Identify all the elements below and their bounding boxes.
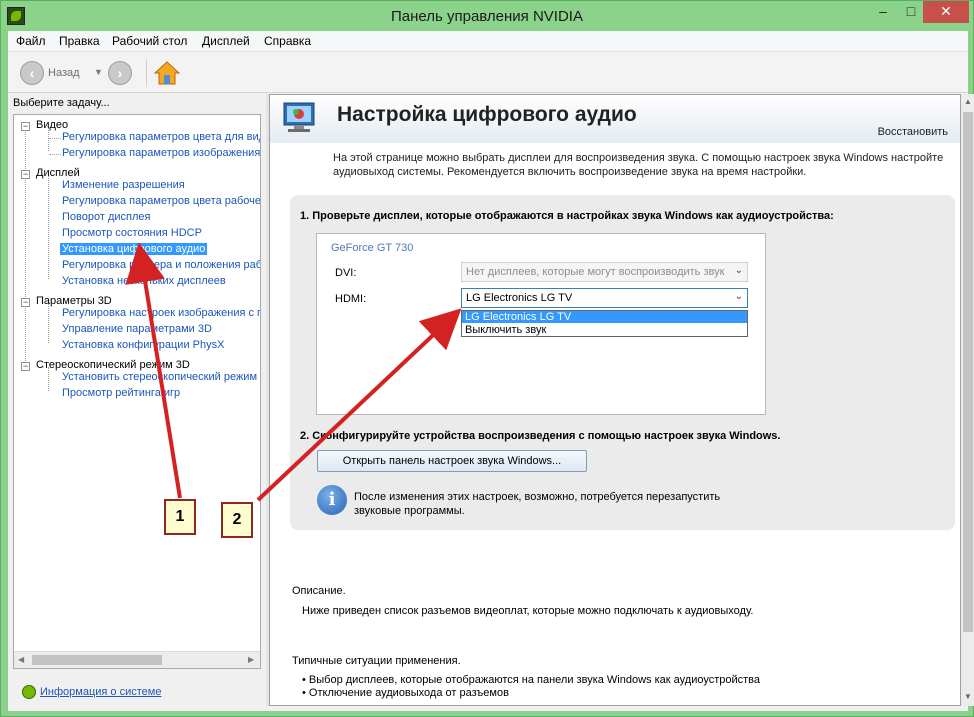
menu-file[interactable]: Файл <box>16 34 46 48</box>
typical-usage-item: • Отключение аудиовыхода от разъемов <box>302 687 509 699</box>
dvi-select: Нет дисплеев, которые могут воспроизводи… <box>461 262 748 282</box>
typical-usage-heading: Типичные ситуации применения. <box>292 655 461 667</box>
page-header: Настройка цифрового аудио Восстановить <box>270 95 960 143</box>
hdmi-dropdown-list: LG Electronics LG TV Выключить звук <box>461 310 748 337</box>
collapse-display-icon[interactable]: − <box>21 170 30 179</box>
tree-connector <box>25 127 26 367</box>
task-desktop-color[interactable]: Регулировка параметров цвета рабочег <box>62 195 260 207</box>
category-display[interactable]: Дисплей <box>36 167 80 179</box>
scroll-up-icon[interactable]: ▲ <box>964 97 972 106</box>
tree-connector <box>49 138 61 139</box>
typical-usage-text: Выбор дисплеев, которые отображаются на … <box>308 674 761 686</box>
history-dropdown-icon[interactable]: ▼ <box>94 67 103 77</box>
hdmi-label: HDMI: <box>335 293 367 305</box>
task-desktop-size[interactable]: Регулировка размера и положения рабо <box>62 259 260 271</box>
dvi-label: DVI: <box>335 267 357 279</box>
minimize-button[interactable]: – <box>869 1 897 23</box>
gpu-name: GeForce GT 730 <box>331 242 414 254</box>
back-label[interactable]: Назад <box>48 67 80 79</box>
info-text: После изменения этих настроек, возможно,… <box>354 491 721 517</box>
callout-1: 1 <box>164 499 196 535</box>
step2-heading: 2. Сконфигурируйте устройства воспроизве… <box>300 430 781 442</box>
system-info-link[interactable]: Информация о системе <box>40 686 161 698</box>
task-image-settings-preview[interactable]: Регулировка настроек изображения с пр <box>62 307 260 319</box>
home-icon[interactable] <box>153 59 181 87</box>
content-vertical-scrollbar[interactable]: ▲ ▼ <box>961 94 974 706</box>
task-hdcp-status[interactable]: Просмотр состояния HDCP <box>62 227 202 239</box>
tree-connector <box>48 303 49 343</box>
scroll-thumb[interactable] <box>32 655 162 665</box>
hdmi-select-value: LG Electronics LG TV <box>466 292 573 304</box>
scroll-down-icon[interactable]: ▼ <box>964 692 972 701</box>
open-sound-settings-button[interactable]: Открыть панель настроек звука Windows... <box>317 450 587 472</box>
titlebar: Панель управления NVIDIA – □ ✕ <box>1 1 973 31</box>
task-change-resolution[interactable]: Изменение разрешения <box>62 179 185 191</box>
collapse-video-icon[interactable]: − <box>21 122 30 131</box>
menu-display[interactable]: Дисплей <box>202 34 250 48</box>
typical-usage-item: • Выбор дисплеев, которые отображаются н… <box>302 674 761 686</box>
forward-arrow-icon[interactable]: › <box>108 61 132 85</box>
window-title: Панель управления NVIDIA <box>391 8 583 25</box>
task-rotate-display[interactable]: Поворот дисплея <box>62 211 150 223</box>
collapse-3d-icon[interactable]: − <box>21 298 30 307</box>
task-video-color[interactable]: Регулировка параметров цвета для вид <box>62 131 260 143</box>
toolbar-separator <box>146 59 147 87</box>
info-icon: i <box>317 485 347 515</box>
task-multiple-displays[interactable]: Установка нескольких дисплеев <box>62 275 226 287</box>
maximize-button[interactable]: □ <box>897 1 925 23</box>
task-pane: Выберите задачу... − Видео Регулировка п… <box>8 94 266 706</box>
menu-help[interactable]: Справка <box>264 34 311 48</box>
task-video-image[interactable]: Регулировка параметров изображения д <box>62 147 260 159</box>
hdmi-option-mute[interactable]: Выключить звук <box>462 324 747 336</box>
task-set-stereo[interactable]: Установить стереоскопический режим 3 <box>62 371 260 383</box>
restore-link[interactable]: Восстановить <box>878 126 948 138</box>
task-manage-3d[interactable]: Управление параметрами 3D <box>62 323 212 335</box>
category-stereo-3d[interactable]: Стереоскопический режим 3D <box>36 359 190 371</box>
task-physx[interactable]: Установка конфигурации PhysX <box>62 339 224 351</box>
chevron-down-icon[interactable]: ⌄ <box>735 291 743 302</box>
hdmi-option-lg-tv[interactable]: LG Electronics LG TV <box>462 311 747 323</box>
hdmi-select[interactable]: LG Electronics LG TV ⌄ <box>461 288 748 308</box>
content-pane: Настройка цифрового аудио Восстановить Н… <box>269 94 961 706</box>
menu-desktop[interactable]: Рабочий стол <box>112 34 187 48</box>
callout-2: 2 <box>221 502 253 538</box>
description-text: Ниже приведен список разъемов видеоплат,… <box>302 605 754 617</box>
scroll-right-icon[interactable]: ▶ <box>248 655 254 664</box>
description-heading: Описание. <box>292 585 346 597</box>
category-video[interactable]: Видео <box>36 119 68 131</box>
chevron-down-icon: ⌄ <box>734 265 743 276</box>
task-tree: − Видео Регулировка параметров цвета для… <box>13 114 261 669</box>
category-3d-settings[interactable]: Параметры 3D <box>36 295 112 307</box>
step1-heading: 1. Проверьте дисплеи, которые отображают… <box>300 210 834 222</box>
collapse-stereo-icon[interactable]: − <box>21 362 30 371</box>
tree-horizontal-scrollbar[interactable]: ◀ ▶ <box>14 651 260 668</box>
system-info-icon <box>22 685 36 699</box>
toolbar: ‹ Назад ▼ › <box>8 53 968 93</box>
settings-panel: 1. Проверьте дисплеи, которые отображают… <box>290 195 955 530</box>
page-title: Настройка цифрового аудио <box>337 103 637 126</box>
menubar: Файл Правка Рабочий стол Дисплей Справка <box>8 31 968 52</box>
page-intro: На этой странице можно выбрать дисплеи д… <box>333 152 944 178</box>
back-arrow-icon[interactable]: ‹ <box>20 61 44 85</box>
menu-edit[interactable]: Правка <box>59 34 100 48</box>
task-digital-audio[interactable]: Установка цифрового аудио <box>60 243 208 255</box>
client-area: Файл Правка Рабочий стол Дисплей Справка… <box>8 31 974 711</box>
dvi-select-value: Нет дисплеев, которые могут воспроизводи… <box>466 266 725 278</box>
gpu-group: GeForce GT 730 DVI: Нет дисплеев, которы… <box>316 233 766 415</box>
scroll-left-icon[interactable]: ◀ <box>18 655 24 664</box>
typical-usage-text: Отключение аудиовыхода от разъемов <box>308 687 509 699</box>
tree-connector <box>48 175 49 279</box>
nvidia-control-panel-window: Панель управления NVIDIA – □ ✕ Файл Прав… <box>0 0 974 717</box>
task-game-ratings[interactable]: Просмотр рейтинга игр <box>62 387 180 399</box>
scroll-thumb[interactable] <box>963 112 973 632</box>
audio-display-icon <box>283 102 315 132</box>
close-button[interactable]: ✕ <box>923 1 969 23</box>
tree-connector <box>49 154 61 155</box>
task-pane-header: Выберите задачу... <box>13 97 110 109</box>
